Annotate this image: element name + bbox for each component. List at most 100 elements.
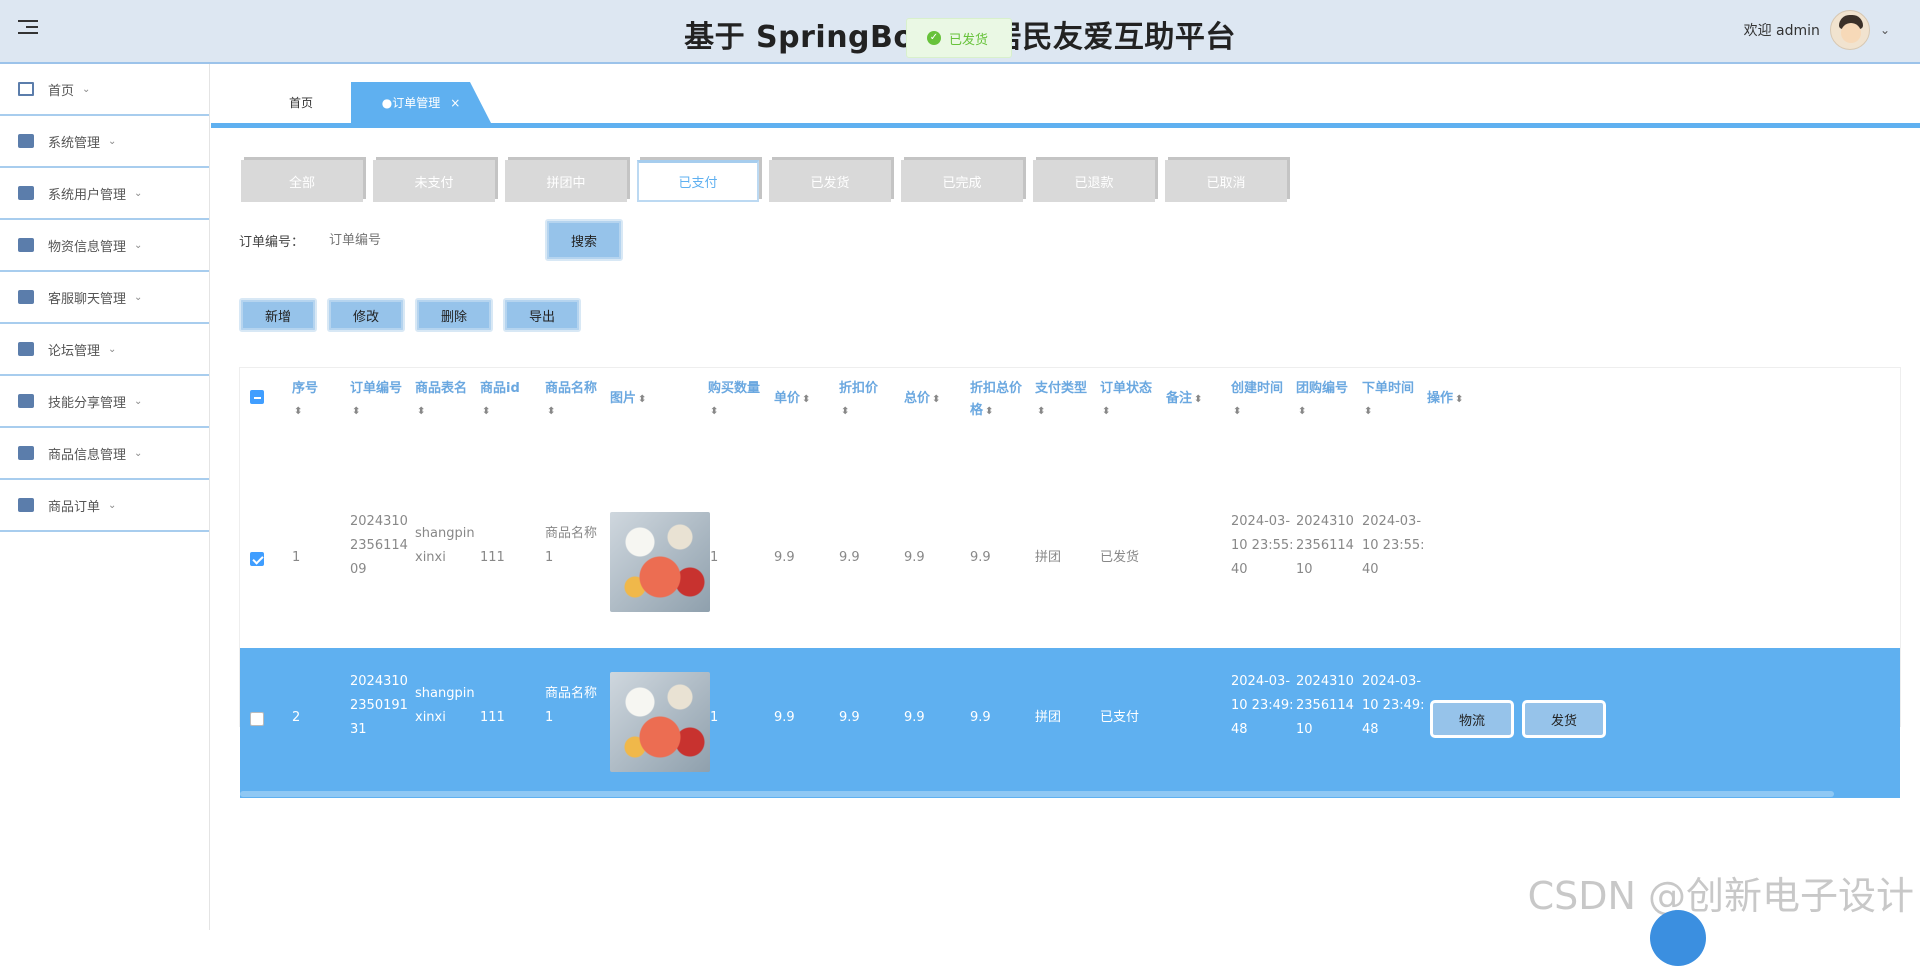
header-qty[interactable]: 购买数量 ⬍ — [708, 378, 760, 423]
sidebar-item-home[interactable]: 首页 ⌄ — [0, 64, 209, 116]
sidebar-item-system[interactable]: 系统管理 ⌄ — [0, 116, 209, 168]
header-order-no[interactable]: 订单编号 ⬍ — [350, 378, 402, 423]
chevron-down-icon: ⌄ — [108, 499, 117, 511]
sidebar-item-users[interactable]: 系统用户管理 ⌄ — [0, 168, 209, 220]
sidebar-item-label: 商品信息管理 — [48, 447, 127, 463]
order-number-input[interactable] — [329, 220, 539, 260]
chevron-down-icon: ⌄ — [134, 395, 143, 407]
cell-price: 9.9 — [774, 710, 795, 725]
header-status[interactable]: 订单状态 ⬍ — [1100, 378, 1152, 423]
add-button[interactable]: 新增 — [239, 298, 317, 332]
cell-table-name: shangpin xinxi — [415, 686, 475, 725]
status-tab-unpaid[interactable]: 未支付 — [373, 160, 495, 202]
cell-product-id: 111 — [480, 710, 505, 725]
page-tabs: 首页 ●订单管理 × — [211, 82, 1920, 128]
tab-label: ●订单管理 — [381, 96, 441, 110]
header-discount-total[interactable]: 折扣总价格 ⬍ — [970, 378, 1030, 423]
sidebar-item-label: 首页 — [48, 83, 75, 99]
header-index[interactable]: 序号 ⬍ — [292, 378, 318, 423]
cell-group-no: 2024310 2356114 10 — [1296, 674, 1354, 737]
cell-status: 已发货 — [1100, 550, 1140, 565]
export-button[interactable]: 导出 — [503, 298, 581, 332]
product-image[interactable] — [610, 672, 710, 772]
copy-icon — [18, 394, 34, 408]
search-button[interactable]: 搜索 — [545, 219, 623, 261]
toast-text: 已发货 — [949, 32, 989, 48]
header-pay-type[interactable]: 支付类型 ⬍ — [1035, 378, 1087, 423]
sidebar-item-label: 物资信息管理 — [48, 239, 127, 255]
success-toast: ✓ 已发货 — [906, 18, 1012, 58]
header-group-no[interactable]: 团购编号 ⬍ — [1296, 378, 1348, 423]
horizontal-scrollbar[interactable] — [240, 790, 1900, 798]
status-tab-completed[interactable]: 已完成 — [901, 160, 1023, 202]
watermark: CSDN @创新电子设计 — [1527, 874, 1914, 918]
floating-widget[interactable] — [1650, 910, 1706, 966]
chevron-down-icon[interactable]: ⌄ — [1880, 23, 1890, 37]
header-discount-price[interactable]: 折扣价 ⬍ — [839, 378, 878, 423]
header-order-time[interactable]: 下单时间 ⬍ — [1362, 378, 1414, 423]
sidebar-item-label: 系统用户管理 — [48, 187, 127, 203]
edit-button[interactable]: 修改 — [327, 298, 405, 332]
sidebar-item-orders[interactable]: 商品订单 ⌄ — [0, 480, 209, 532]
row-checkbox[interactable] — [250, 712, 264, 726]
row-checkbox[interactable] — [250, 552, 264, 566]
status-tab-cancelled[interactable]: 已取消 — [1165, 160, 1287, 202]
cell-order-no: 2024310 2350191 31 — [350, 674, 408, 737]
status-tab-all[interactable]: 全部 — [241, 160, 363, 202]
cell-price: 9.9 — [774, 550, 795, 565]
tab-order-management[interactable]: ●订单管理 × — [351, 82, 491, 123]
chevron-down-icon: ⌄ — [134, 447, 143, 459]
cell-index: 1 — [292, 550, 301, 565]
select-all-checkbox[interactable] — [250, 390, 264, 404]
wallet-icon — [18, 342, 34, 356]
header-remark[interactable]: 备注 ⬍ — [1166, 388, 1202, 411]
sidebar-item-chat[interactable]: 客服聊天管理 ⌄ — [0, 272, 209, 324]
product-image[interactable] — [610, 512, 710, 612]
orders-table: 序号 ⬍ 订单编号 ⬍ 商品表名 ⬍ 商品id ⬍ 商品名称 ⬍ 图片 ⬍ 购买数量 ⬍ 单价… — [239, 367, 1901, 798]
chevron-down-icon: ⌄ — [134, 291, 143, 303]
header-table-name[interactable]: 商品表名 ⬍ — [415, 378, 467, 423]
cell-index: 2 — [292, 710, 301, 725]
search-label: 订单编号： — [239, 234, 305, 250]
header-product-name[interactable]: 商品名称 ⬍ — [545, 378, 597, 423]
cell-status: 已支付 — [1100, 710, 1140, 725]
cell-discount-price: 9.9 — [839, 710, 860, 725]
cell-discount-total: 9.9 — [970, 550, 991, 565]
header-total[interactable]: 总价 ⬍ — [904, 388, 940, 411]
logistics-button[interactable]: 物流 — [1430, 700, 1514, 738]
sidebar: 首页 ⌄ 系统管理 ⌄ 系统用户管理 ⌄ 物资信息管理 ⌄ 客服聊天管理 ⌄ 论坛管理 ⌄ … — [0, 64, 210, 930]
sidebar-item-forum[interactable]: 论坛管理 ⌄ — [0, 324, 209, 376]
header-product-id[interactable]: 商品id ⬍ — [480, 378, 520, 423]
status-tab-refunded[interactable]: 已退款 — [1033, 160, 1155, 202]
car-icon — [18, 446, 34, 460]
cell-created: 2024-03- 10 23:55: 40 — [1231, 514, 1294, 577]
close-icon[interactable]: × — [450, 96, 460, 110]
cell-total: 9.9 — [904, 710, 925, 725]
chevron-down-icon: ⌄ — [134, 239, 143, 251]
header-price[interactable]: 单价 ⬍ — [774, 388, 810, 411]
sidebar-item-products[interactable]: 商品信息管理 ⌄ — [0, 428, 209, 480]
delete-button[interactable]: 删除 — [415, 298, 493, 332]
cell-product-id: 111 — [480, 550, 505, 565]
sidebar-item-label: 商品订单 — [48, 499, 101, 515]
action-toolbar: 新增 修改 删除 导出 — [239, 298, 591, 332]
dashboard-icon — [18, 498, 34, 512]
cell-pay-type: 拼团 — [1035, 550, 1062, 565]
order-status-tabs: 全部 未支付 拼团中 已支付 已发货 已完成 已退款 已取消 — [241, 160, 1297, 202]
status-tab-grouping[interactable]: 拼团中 — [505, 160, 627, 202]
table-row[interactable]: 2 2024310 2350191 31 shangpin xinxi 111 商品名… — [240, 648, 1900, 790]
avatar[interactable] — [1829, 10, 1870, 50]
user-menu[interactable]: 欢迎 admin ⌄ — [1744, 10, 1890, 50]
header-created[interactable]: 创建时间 ⬍ — [1231, 378, 1283, 423]
status-tab-paid[interactable]: 已支付 — [637, 160, 759, 202]
header-image[interactable]: 图片 ⬍ — [610, 388, 646, 411]
sidebar-item-skills[interactable]: 技能分享管理 ⌄ — [0, 376, 209, 428]
tab-home[interactable]: 首页 — [251, 82, 351, 123]
ship-button[interactable]: 发货 — [1522, 700, 1606, 738]
cell-table-name: shangpin xinxi — [415, 526, 475, 565]
sidebar-item-supplies[interactable]: 物资信息管理 ⌄ — [0, 220, 209, 272]
sidebar-item-label: 客服聊天管理 — [48, 291, 127, 307]
table-row[interactable]: 1 2024310 2356114 09 shangpin xinxi 111 商品名… — [240, 488, 1900, 630]
status-tab-shipped[interactable]: 已发货 — [769, 160, 891, 202]
cell-group-no: 2024310 2356114 10 — [1296, 514, 1354, 577]
